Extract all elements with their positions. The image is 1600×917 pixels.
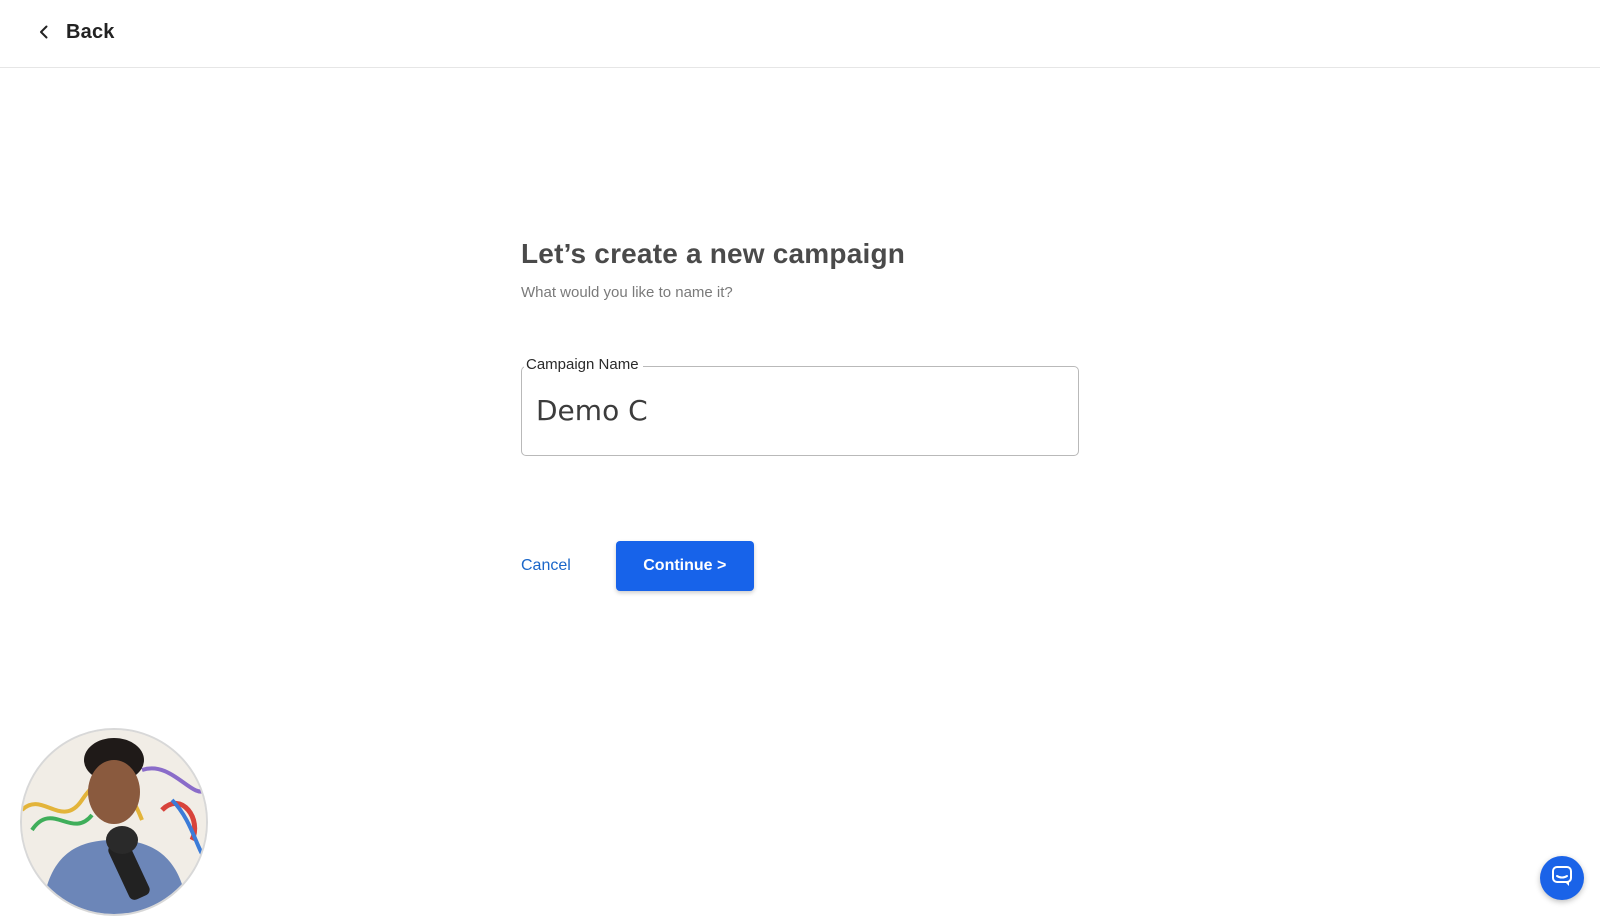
campaign-name-field: Campaign Name bbox=[521, 356, 1079, 456]
chevron-left-icon bbox=[36, 24, 52, 40]
top-bar: Back bbox=[0, 0, 1600, 68]
continue-button[interactable]: Continue > bbox=[615, 541, 754, 591]
back-button[interactable]: Back bbox=[36, 16, 115, 48]
create-campaign-form: Let’s create a new campaign What would y… bbox=[521, 238, 1081, 591]
campaign-name-input[interactable] bbox=[536, 387, 1056, 433]
form-actions: Cancel Continue > bbox=[521, 541, 754, 591]
page-subtitle: What would you like to name it? bbox=[521, 284, 733, 301]
chat-bubble-icon bbox=[1551, 865, 1573, 892]
presenter-webcam bbox=[20, 728, 208, 916]
presenter-illustration bbox=[22, 730, 206, 914]
chat-launcher-button[interactable] bbox=[1540, 856, 1584, 900]
back-label: Back bbox=[66, 20, 115, 43]
cancel-link[interactable]: Cancel bbox=[521, 557, 571, 575]
page-title: Let’s create a new campaign bbox=[521, 238, 906, 269]
campaign-name-label: Campaign Name bbox=[524, 356, 643, 373]
